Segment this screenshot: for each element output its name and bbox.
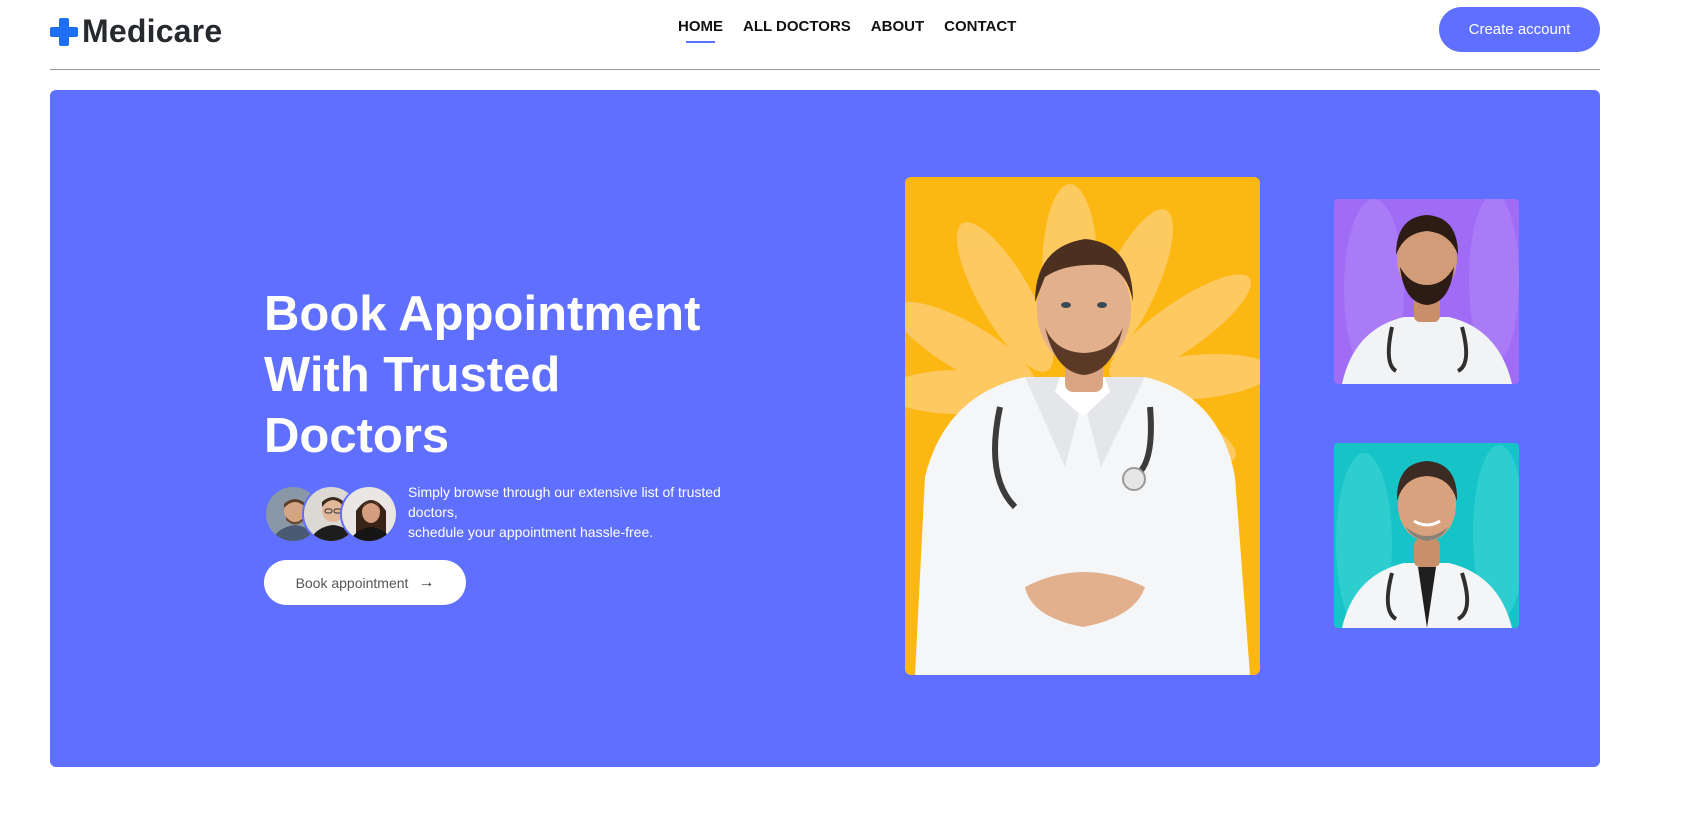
logo[interactable]: Medicare — [50, 13, 222, 50]
nav-item-home[interactable]: HOME — [678, 18, 723, 43]
nav-item-about[interactable]: ABOUT — [871, 18, 924, 35]
arrow-right-icon: → — [418, 573, 435, 591]
hero-description-line: schedule your appointment hassle-free. — [408, 524, 654, 540]
book-appointment-button[interactable]: Book appointment → — [264, 560, 466, 605]
hero-title-line: With Trusted — [264, 348, 561, 402]
nav-item-all-doctors[interactable]: ALL DOCTORS — [743, 18, 851, 35]
doctor-bottom-photo — [1334, 443, 1519, 628]
hero-description: Simply browse through our extensive list… — [408, 482, 728, 542]
patient-avatars-group — [264, 485, 398, 543]
hero-title-line: Book Appointment — [264, 287, 701, 341]
doctor-top-photo — [1334, 199, 1519, 384]
nav-item-contact[interactable]: CONTACT — [944, 18, 1016, 35]
medical-cross-icon — [50, 17, 78, 46]
book-appointment-label: Book appointment — [295, 574, 409, 591]
hero-title-line: Doctors — [264, 409, 450, 463]
hero-title: Book Appointment With Trusted Doctors — [264, 284, 734, 467]
logo-text: Medicare — [82, 13, 223, 49]
main-menu: HOME ALL DOCTORS ABOUT CONTACT — [678, 18, 1016, 43]
create-account-button[interactable]: Create account — [1439, 7, 1600, 52]
navbar: Medicare HOME ALL DOCTORS ABOUT CONTACT … — [50, 0, 1600, 70]
doctor-main-photo — [905, 177, 1260, 675]
hero-banner: Book Appointment With Trusted Doctors Si… — [50, 90, 1600, 767]
avatar — [340, 485, 398, 543]
hero-description-line: Simply browse through our extensive list… — [408, 484, 721, 520]
